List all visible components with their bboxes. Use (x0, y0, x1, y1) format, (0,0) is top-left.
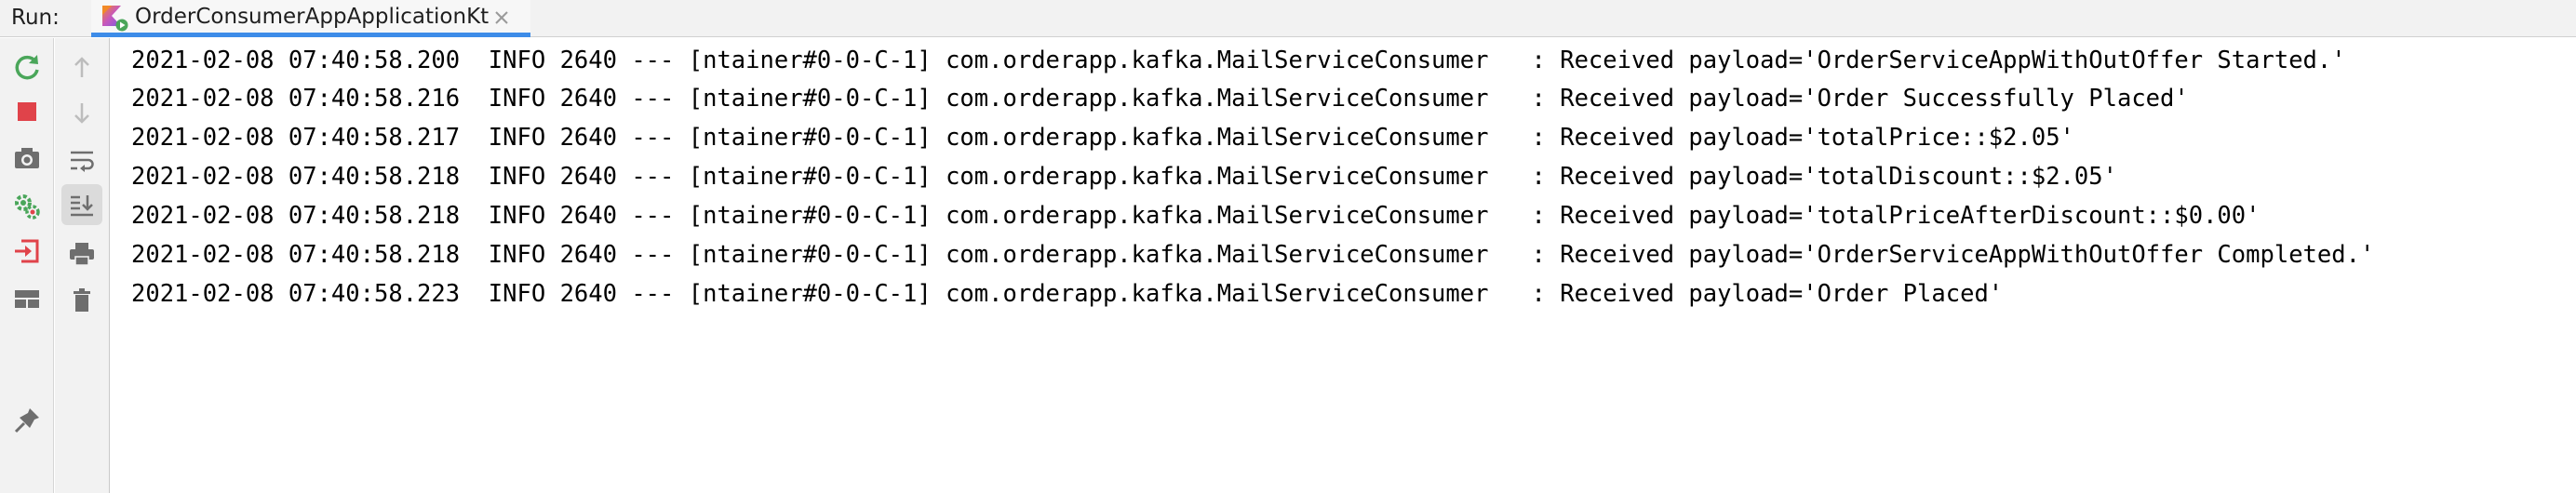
scroll-to-end-button[interactable] (61, 184, 102, 225)
active-tab-indicator (91, 33, 530, 37)
close-icon[interactable] (491, 7, 512, 28)
camera-icon (15, 148, 39, 168)
exit-button[interactable] (7, 231, 47, 272)
log-line: 2021-02-08 07:40:58.218 INFO 2640 --- [n… (131, 241, 2375, 269)
stop-icon (18, 102, 36, 121)
run-actions-toolbar (0, 38, 54, 493)
run-label: Run: (11, 6, 60, 30)
next-occurrence-button[interactable] (61, 93, 102, 134)
debug-gear-icon (15, 194, 40, 220)
rerun-button[interactable] (7, 47, 47, 87)
print-button[interactable] (61, 233, 102, 274)
kotlin-run-config-icon (102, 6, 128, 32)
log-line: 2021-02-08 07:40:58.216 INFO 2640 --- [n… (131, 85, 2189, 113)
log-line: 2021-02-08 07:40:58.200 INFO 2640 --- [n… (131, 47, 2346, 74)
stop-button[interactable] (7, 91, 47, 132)
log-line: 2021-02-08 07:40:58.223 INFO 2640 --- [n… (131, 280, 2004, 308)
log-line: 2021-02-08 07:40:58.218 INFO 2640 --- [n… (131, 202, 2261, 230)
exit-icon (15, 239, 39, 263)
log-line: 2021-02-08 07:40:58.218 INFO 2640 --- [n… (131, 163, 2117, 191)
dump-threads-button[interactable] (7, 138, 47, 179)
run-tool-window-header: Run: OrderConsumerAppApplicationKt (0, 0, 2576, 37)
clear-all-button[interactable] (61, 280, 102, 321)
soft-wrap-button[interactable] (61, 140, 102, 180)
previous-occurrence-button[interactable] (61, 47, 102, 87)
log-line: 2021-02-08 07:40:58.217 INFO 2640 --- [n… (131, 124, 2074, 152)
console-output[interactable]: 2021-02-08 07:40:58.200 INFO 2640 --- [n… (111, 38, 2576, 493)
pin-tab-button[interactable] (7, 400, 47, 441)
arrow-down-icon (74, 103, 89, 124)
tab-run-configuration[interactable]: OrderConsumerAppApplicationKt (91, 0, 530, 37)
soft-wrap-icon (71, 151, 94, 172)
rerun-icon (15, 55, 39, 80)
pin-icon (14, 408, 39, 433)
layout-icon (15, 290, 39, 308)
trash-icon (74, 288, 90, 312)
layout-button[interactable] (7, 278, 47, 319)
run-tab-title: OrderConsumerAppApplicationKt (135, 5, 490, 29)
print-icon (70, 243, 94, 266)
settings-button[interactable] (7, 185, 47, 226)
scroll-to-end-icon (71, 195, 93, 217)
console-actions-toolbar (55, 38, 110, 493)
arrow-up-icon (74, 57, 89, 77)
